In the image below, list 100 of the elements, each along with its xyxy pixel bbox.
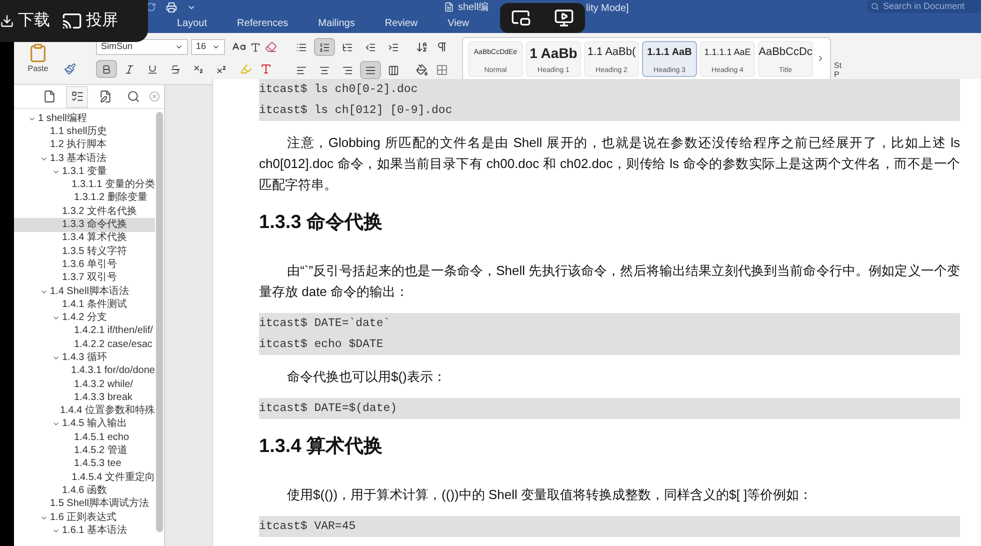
outline-item[interactable]: 1.4.5.2 管道 bbox=[14, 444, 155, 458]
outline-item[interactable]: 1.5 Shell脚本调试方法 bbox=[14, 498, 155, 511]
borders-icon[interactable] bbox=[436, 64, 448, 76]
dropdown-icon bbox=[212, 43, 220, 51]
paragraph: 命令代换也可以用$()表示： bbox=[286, 368, 447, 386]
document-icon bbox=[444, 2, 454, 12]
ribbon-tab[interactable]: Mailings bbox=[314, 14, 359, 33]
outline-item[interactable]: 1.3.1 变量 bbox=[14, 165, 155, 178]
outline-item[interactable]: 1.3.2 文件名代换 bbox=[14, 205, 155, 218]
changes-icon bbox=[98, 90, 112, 103]
italic-icon bbox=[124, 64, 135, 74]
outline-item[interactable]: 1.4.3.2 while/ bbox=[14, 378, 155, 392]
outline-item[interactable]: 1.3.7 双引号 bbox=[14, 272, 155, 285]
code-line: itcast$ DATE=`date` bbox=[259, 316, 392, 332]
scrollbar[interactable] bbox=[156, 112, 163, 532]
dropdown-icon bbox=[175, 43, 183, 51]
align-left-icon bbox=[296, 64, 307, 76]
nav-tab[interactable] bbox=[66, 86, 88, 108]
ribbon-tab[interactable]: References bbox=[233, 14, 292, 33]
search-icon bbox=[871, 2, 879, 11]
outline-icon bbox=[70, 90, 84, 103]
outline-item[interactable]: 1.2 执行脚本 bbox=[14, 138, 155, 152]
code-line: itcast$ ls ch0[0-2].doc bbox=[259, 82, 419, 98]
shading-icon[interactable] bbox=[416, 64, 428, 76]
picture-in-picture-icon[interactable] bbox=[511, 8, 532, 28]
align-right-icon bbox=[342, 64, 353, 76]
player-button[interactable]: 下载 bbox=[0, 6, 50, 36]
pilcrow-icon[interactable] bbox=[436, 41, 448, 53]
search-icon bbox=[126, 90, 140, 103]
outline-item[interactable]: 1.3.1.1 变量的分类 bbox=[14, 178, 155, 192]
multilevel-icon bbox=[342, 42, 353, 52]
outline-item[interactable]: 1.4.1 条件测试 bbox=[14, 298, 155, 312]
styles-pane-button[interactable]: St P bbox=[834, 36, 842, 80]
outline-item[interactable]: 1.4.5.3 tee bbox=[14, 458, 155, 472]
distribute-icon bbox=[388, 64, 399, 76]
underline-icon bbox=[147, 64, 158, 74]
window-title: lity Mode] bbox=[586, 2, 629, 16]
code-line: itcast$ DATE=$(date) bbox=[259, 401, 398, 417]
outline-item[interactable]: 1 shell编程 bbox=[14, 112, 155, 126]
code-line: itcast$ echo $DATE bbox=[259, 337, 384, 353]
subscript-icon bbox=[193, 64, 204, 74]
outline-item[interactable]: 1.6.1 基本语法 bbox=[14, 524, 155, 538]
outline-item[interactable]: 1.4 Shell脚本语法 bbox=[14, 284, 155, 298]
window-title: shell编 bbox=[458, 0, 489, 14]
bold-icon bbox=[101, 64, 112, 74]
bold-button[interactable] bbox=[96, 60, 117, 78]
outline-item[interactable]: 1.4.4 位置参数和特殊 bbox=[14, 404, 155, 418]
outline-item[interactable]: 1.3.5 转义字符 bbox=[14, 244, 155, 258]
download-icon bbox=[0, 14, 14, 28]
paragraph: 使用$(())，用于算术计算，(())中的 Shell 变量取值将转换成整数，同样含义的$[ ]等价例如： bbox=[286, 486, 814, 504]
outline-item[interactable]: 1.4.2.2 case/esac bbox=[14, 338, 155, 352]
print-icon[interactable] bbox=[166, 2, 177, 12]
outline-item[interactable]: 1.4.3 循环 bbox=[14, 351, 155, 365]
outline-item[interactable]: 1.3.6 单引号 bbox=[14, 258, 155, 272]
section-heading: 1.3.4 算术代换 bbox=[259, 435, 384, 458]
clipboard-icon bbox=[28, 42, 48, 62]
outline-item[interactable]: 1.4.5.1 echo bbox=[14, 431, 155, 444]
ribbon-tab[interactable]: View bbox=[444, 14, 474, 33]
outline-item[interactable]: 1.6 正则表达式 bbox=[14, 510, 155, 524]
outline-item[interactable]: 1.4.6 函数 bbox=[14, 484, 155, 498]
section-heading: 1.3.3 命令代换 bbox=[259, 211, 384, 234]
more-styles-icon[interactable] bbox=[816, 54, 825, 63]
redo-icon[interactable] bbox=[146, 2, 156, 12]
outline-item[interactable]: 1.3.1.2 删除变量 bbox=[14, 192, 155, 206]
outline-item[interactable]: 1.4.5.4 文件重定向 bbox=[14, 471, 155, 484]
shrink-font-icon[interactable] bbox=[250, 42, 261, 52]
thumbnails-icon bbox=[42, 90, 56, 103]
outline-item[interactable]: 1.3.4 算术代换 bbox=[14, 232, 155, 245]
search-field[interactable]: Search in Document bbox=[867, 0, 981, 13]
font-size-field[interactable]: 16 bbox=[191, 39, 225, 55]
code-line: itcast$ ls ch[012] [0-9].doc bbox=[259, 103, 454, 119]
outline-item[interactable]: 1.3.3 命令代换 bbox=[14, 218, 155, 232]
format-painter-icon[interactable] bbox=[64, 62, 76, 74]
outline-item[interactable]: 1.4.5 输入输出 bbox=[14, 418, 155, 432]
paste-button[interactable]: Paste bbox=[22, 42, 54, 74]
bullets-icon bbox=[296, 42, 307, 52]
paragraph: 由“`”反引号括起来的也是一条命令，Shell 先执行该命令，然后将输出结果立刻代换到当前命令行中。例如定义一个变量存放 date 命令的输出： bbox=[259, 262, 960, 301]
justify-icon bbox=[365, 64, 376, 76]
outline-item[interactable]: 1.4.3.1 for/do/done bbox=[14, 364, 155, 378]
font-color-icon[interactable] bbox=[260, 63, 272, 75]
strike-icon bbox=[170, 64, 181, 74]
player-button[interactable]: 投屏 bbox=[62, 6, 118, 36]
numbering-button[interactable] bbox=[314, 38, 335, 56]
code-line: itcast$ VAR=45 bbox=[259, 519, 357, 535]
play-icon[interactable] bbox=[554, 8, 574, 28]
justify-button[interactable] bbox=[360, 61, 381, 79]
outdent-icon bbox=[365, 42, 376, 52]
paragraph: 注意，Globbing 所匹配的文件名是由 Shell 展开的，也就是说在参数还没传给程序之前已经展开了，比如上述 ls ch0[012].doc 命令，如果当前目录下有 ch00.doc 和 ch02.doc，则传给 ls 命令的参数实际上是这两个文件名，而不是一个匹配字符串。 bbox=[259, 134, 960, 194]
outline-item[interactable]: 1.4.2 分支 bbox=[14, 311, 155, 325]
outline-item[interactable]: 1.3 基本语法 bbox=[14, 152, 155, 166]
numbering-icon bbox=[319, 42, 330, 52]
outline-item[interactable]: 1.4.2.1 if/then/elif/ bbox=[14, 324, 155, 338]
cast-icon bbox=[62, 11, 82, 31]
sort-icon[interactable] bbox=[416, 41, 428, 53]
clear-format-icon[interactable] bbox=[265, 41, 277, 53]
outline-item[interactable]: 1.1 shell历史 bbox=[14, 125, 155, 139]
ribbon-tab[interactable]: Review bbox=[380, 14, 422, 33]
ribbon-tab[interactable]: Layout bbox=[173, 14, 212, 33]
superscript-icon bbox=[216, 64, 227, 74]
outline-item[interactable]: 1.4.3.3 break bbox=[14, 391, 155, 405]
